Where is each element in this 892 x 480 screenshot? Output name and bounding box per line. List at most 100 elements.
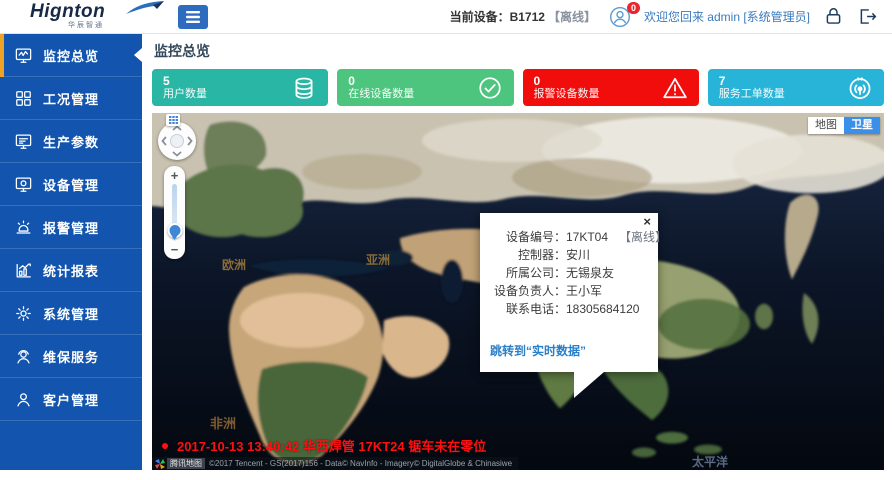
- map-attribution: 腾讯地图 ©2017 Tencent - GS(2017)156 - Data©…: [152, 457, 518, 470]
- popup-field-row: 所属公司： 无锡泉友: [490, 264, 648, 282]
- map-overview-button[interactable]: [166, 114, 180, 126]
- map-type-button-satellite[interactable]: 卫星: [844, 117, 880, 134]
- popup-field-value: 17KT04: [566, 228, 608, 246]
- gear-icon: [13, 303, 33, 323]
- sidebar-item-chart[interactable]: 统计报表: [0, 249, 142, 292]
- map-zoom-control: + −: [164, 166, 185, 259]
- monitor-overview-icon: [13, 45, 33, 65]
- lock-button[interactable]: [823, 6, 844, 27]
- sidebar-item-monitor-overview[interactable]: 监控总览: [0, 34, 142, 77]
- map-region-label: 亚洲: [366, 251, 390, 268]
- zoom-slider-track[interactable]: [172, 184, 177, 241]
- sidebar-item-label: 维保服务: [43, 347, 99, 366]
- map-pan-control[interactable]: [158, 122, 196, 160]
- map-canvas[interactable]: + − 地图卫星 × 设备编号： 17KT04 【离线】 控制器： 安川 所属公…: [152, 113, 884, 470]
- attribution-text: ©2017 Tencent - GS(2017)156 - Data© NavI…: [209, 459, 512, 468]
- support-icon: [13, 346, 33, 366]
- popup-field-row: 设备负责人： 王小军: [490, 282, 648, 300]
- logo-subtext: 华辰智通: [68, 20, 150, 30]
- header-right: 当前设备：B1712【离线】 0 欢迎您回来 admin [系统管理员]: [450, 6, 892, 28]
- sidebar-item-label: 报警管理: [43, 218, 99, 237]
- popup-field-row: 控制器： 安川: [490, 246, 648, 264]
- popup-field-label: 联系电话：: [490, 300, 566, 318]
- grid-icon: [13, 88, 33, 108]
- popup-rows: 设备编号： 17KT04 【离线】 控制器： 安川 所属公司： 无锡泉友 设备负…: [490, 228, 648, 318]
- main-content: 监控总览 5 用户数量 0 在线设备数量 0 报警设备数量 7 服务工单数量: [152, 34, 884, 470]
- broadcast-icon: [847, 75, 873, 101]
- stat-value: 5: [163, 74, 207, 88]
- sidebar-toggle-button[interactable]: [178, 5, 208, 29]
- tencent-maps-logo: 腾讯地图: [155, 458, 205, 469]
- sidebar-item-alarm[interactable]: 报警管理: [0, 206, 142, 249]
- alarm-ticker: 2017-10-13 13:40:42 华西焊管 17KT24 锯车未在零位: [162, 436, 486, 455]
- sidebar-item-screen-params[interactable]: 生产参数: [0, 120, 142, 163]
- stat-card-warning[interactable]: 0 报警设备数量: [523, 69, 699, 106]
- sidebar-item-label: 系统管理: [43, 304, 99, 323]
- popup-field-value: 18305684120: [566, 300, 639, 318]
- stat-card-database[interactable]: 5 用户数量: [152, 69, 328, 106]
- sidebar-item-user[interactable]: 客户管理: [0, 378, 142, 421]
- sidebar-item-support[interactable]: 维保服务: [0, 335, 142, 378]
- map-region-label: 欧洲: [222, 256, 246, 273]
- sidebar-item-label: 统计报表: [43, 261, 99, 280]
- chart-icon: [13, 260, 33, 280]
- sidebar-item-label: 客户管理: [43, 390, 99, 409]
- map-type-button-map[interactable]: 地图: [808, 117, 844, 134]
- stat-card-broadcast[interactable]: 7 服务工单数量: [708, 69, 884, 106]
- warning-icon: [662, 75, 688, 101]
- popup-field-label: 所属公司：: [490, 264, 566, 282]
- zoom-in-button[interactable]: +: [171, 170, 179, 181]
- map-region-label: 太平洋: [692, 453, 728, 470]
- pinwheel-icon: [155, 459, 165, 469]
- sidebar-item-label: 生产参数: [43, 132, 99, 151]
- popup-field-value: 无锡泉友: [566, 264, 614, 282]
- stat-value: 0: [534, 74, 600, 88]
- stat-label: 服务工单数量: [719, 88, 785, 101]
- stat-value: 7: [719, 74, 785, 88]
- map-region-label: 非洲: [210, 413, 236, 432]
- realtime-data-link[interactable]: 跳转到“实时数据”: [490, 342, 586, 359]
- popup-device-status: 【离线】: [619, 228, 667, 246]
- alarm-text: 2017-10-13 13:40:42 华西焊管 17KT24 锯车未在零位: [177, 436, 486, 455]
- popup-tail: [574, 372, 604, 398]
- logout-button[interactable]: [857, 6, 878, 27]
- attribution-logo-text: 腾讯地图: [167, 458, 205, 469]
- zoom-out-button[interactable]: −: [171, 244, 179, 255]
- alarm-dot-icon: [162, 443, 168, 449]
- sidebar-item-label: 工况管理: [43, 89, 99, 108]
- current-device-info: 当前设备：B1712【离线】: [450, 8, 596, 25]
- user-notification[interactable]: 0: [609, 6, 631, 28]
- logo-swoosh-icon: [124, 0, 166, 16]
- stat-label: 用户数量: [163, 88, 207, 101]
- logout-icon: [857, 6, 878, 27]
- user-icon: [13, 389, 33, 409]
- stat-cards-row: 5 用户数量 0 在线设备数量 0 报警设备数量 7 服务工单数量: [152, 69, 884, 106]
- sidebar-nav: 监控总览 工况管理 生产参数 设备管理 报警管理 统计报表 系统管理 维保服务 …: [0, 34, 142, 470]
- welcome-text: 欢迎您回来 admin [系统管理员]: [644, 8, 810, 25]
- zoom-slider-knob[interactable]: [167, 223, 182, 238]
- stat-label: 报警设备数量: [534, 88, 600, 101]
- alarm-icon: [13, 217, 33, 237]
- sidebar-item-screen-device[interactable]: 设备管理: [0, 163, 142, 206]
- popup-field-value: 安川: [566, 246, 590, 264]
- popup-field-row: 联系电话： 18305684120: [490, 300, 648, 318]
- hamburger-icon: [185, 10, 201, 24]
- popup-field-label: 设备编号：: [490, 228, 566, 246]
- lock-icon: [823, 6, 844, 27]
- device-info-popup: × 设备编号： 17KT04 【离线】 控制器： 安川 所属公司： 无锡泉友 设…: [480, 213, 658, 372]
- stat-card-check[interactable]: 0 在线设备数量: [337, 69, 513, 106]
- dashboard-app: Hignton 华辰智通 当前设备：B1712【离线】: [0, 0, 892, 480]
- popup-close-button[interactable]: ×: [643, 215, 651, 229]
- stat-label: 在线设备数量: [348, 88, 414, 101]
- sidebar-item-label: 监控总览: [43, 46, 99, 65]
- notification-badge: 0: [627, 2, 640, 14]
- screen-device-icon: [13, 174, 33, 194]
- top-header: Hignton 华辰智通 当前设备：B1712【离线】: [0, 0, 892, 34]
- current-device-label: 当前设备：: [450, 10, 510, 24]
- sidebar-item-gear[interactable]: 系统管理: [0, 292, 142, 335]
- screen-params-icon: [13, 131, 33, 151]
- page-title: 监控总览: [154, 41, 884, 61]
- sidebar-item-grid[interactable]: 工况管理: [0, 77, 142, 120]
- grid-mini-icon: [169, 116, 178, 124]
- check-icon: [477, 75, 503, 101]
